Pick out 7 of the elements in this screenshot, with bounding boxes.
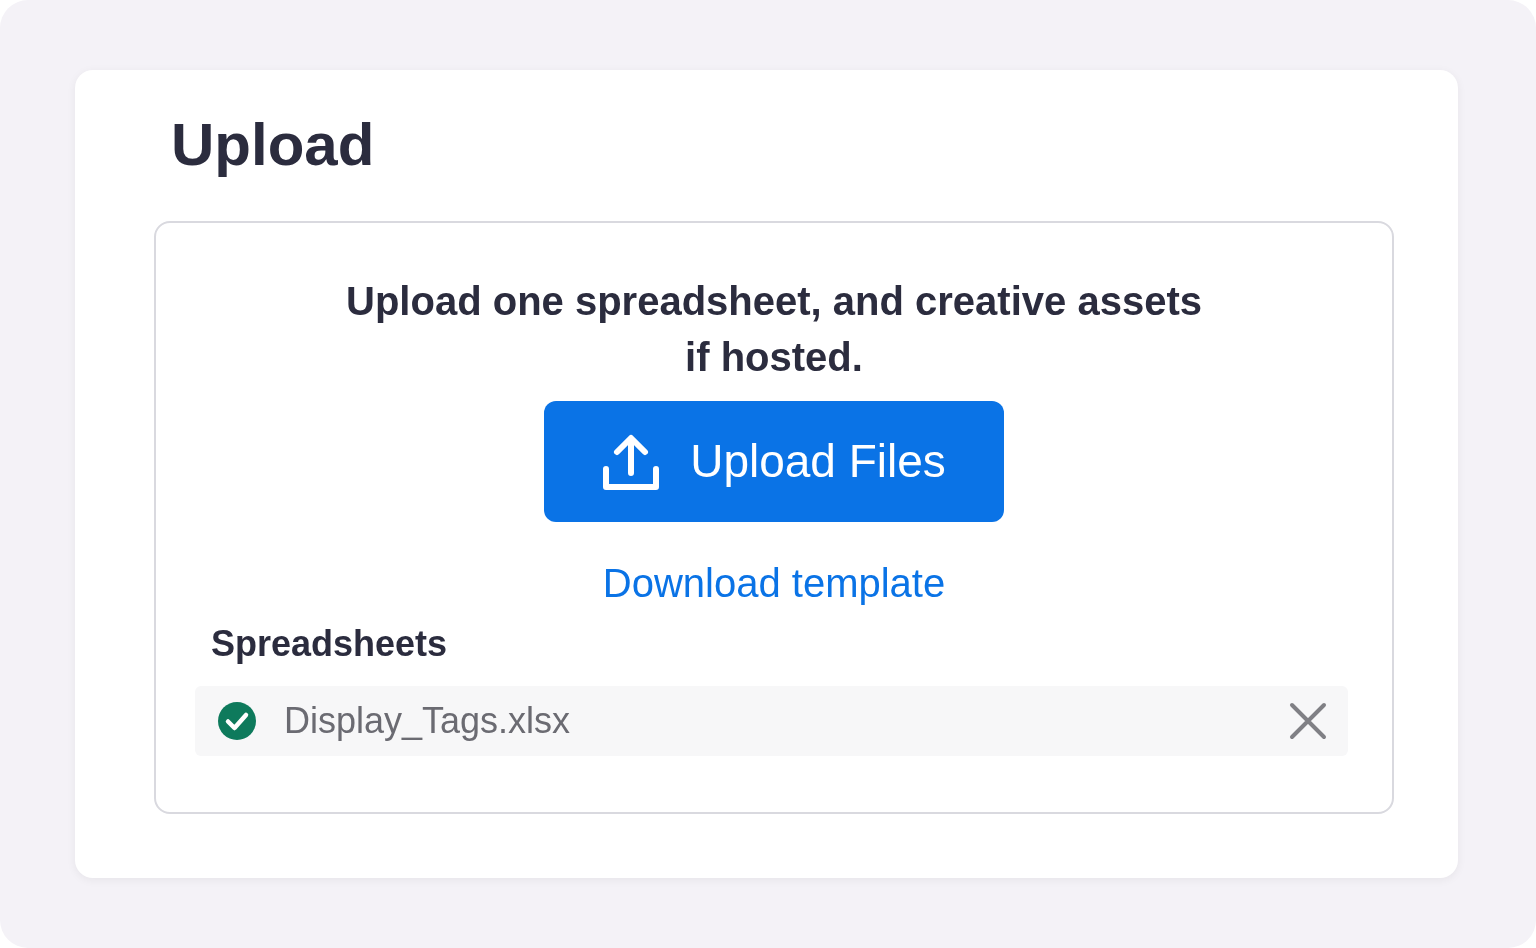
upload-icon	[602, 432, 661, 491]
upload-files-button[interactable]: Upload Files	[544, 401, 1004, 522]
card-title: Upload	[171, 110, 375, 180]
download-template-link[interactable]: Download template	[602, 558, 946, 608]
file-name: Display_Tags.xlsx	[284, 699, 572, 743]
instructions-text: Upload one spreadsheet, and creative assets if hosted.	[345, 278, 1203, 381]
section-heading: Spreadsheets	[211, 622, 449, 666]
